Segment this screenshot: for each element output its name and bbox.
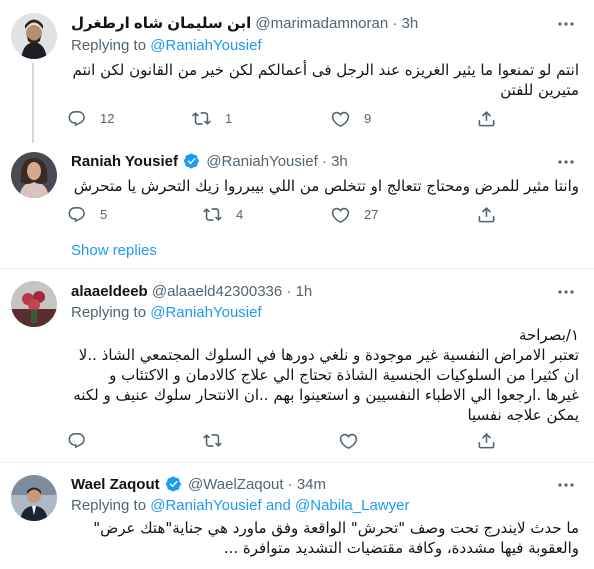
author-name[interactable]: Wael Zaqout [71, 476, 160, 493]
mention-link[interactable]: @RaniahYousief [150, 497, 261, 514]
tweet-text-line: يمكن علاجه نفسيا [467, 406, 579, 424]
mention-link[interactable]: @RaniahYousief [150, 37, 261, 54]
reply-button[interactable]: 5 [67, 202, 107, 226]
like-button[interactable]: 9 [331, 106, 371, 130]
more-options-icon[interactable] [556, 475, 576, 495]
mention-link[interactable]: @Nabila_Lawyer [295, 497, 409, 514]
replying-to: Replying to @RaniahYousief and @Nabila_L… [71, 496, 409, 516]
tweet-text-line: ١/بصراحة [518, 326, 579, 344]
tweet-text-line: ما حدث لايندرج تحت وصف "تحرش" الواقعة وف… [93, 519, 579, 537]
more-options-icon[interactable] [556, 282, 576, 302]
timestamp[interactable]: 34m [297, 476, 326, 493]
reply-button[interactable] [67, 428, 86, 452]
thread-line [32, 63, 34, 143]
author-handle[interactable]: @RaniahYousief [206, 153, 317, 170]
author-handle[interactable]: @marimadamnoran [255, 15, 388, 32]
separator-dot: · [392, 15, 398, 32]
verified-badge-icon [184, 153, 200, 169]
more-options-icon[interactable] [556, 14, 576, 34]
retweet-button[interactable] [203, 428, 222, 452]
separator-dot: · [286, 283, 292, 300]
show-replies-link[interactable]: Show replies [71, 241, 157, 261]
tweet-text-line: ان كثيرا من السلوكيات الجنسية الشاذة تحت… [109, 366, 579, 384]
avatar[interactable] [11, 13, 57, 59]
retweet-icon [203, 433, 222, 447]
tweet-text-line: غيرها .ارجعوا الي الاطباء النفسيين و است… [73, 386, 579, 404]
reply-count: 12 [100, 110, 115, 126]
avatar[interactable] [11, 281, 57, 327]
timestamp[interactable]: 3h [331, 153, 348, 170]
reply-icon [68, 432, 85, 448]
share-button[interactable] [477, 106, 496, 130]
author-name[interactable]: ابن سليمان شاه ارطغرل [71, 15, 251, 32]
tweet-4[interactable]: Wael Zaqout @WaelZaqout · 34m Replying t… [0, 463, 594, 569]
like-icon [339, 433, 358, 449]
tweet-text: ما حدث لايندرج تحت وصف "تحرش" الواقعة وف… [71, 518, 579, 558]
author-handle[interactable]: @WaelZaqout [188, 476, 284, 493]
reply-icon [68, 110, 85, 126]
like-button[interactable]: 27 [331, 202, 378, 226]
avatar[interactable] [11, 152, 57, 198]
reply-count: 5 [100, 206, 108, 222]
share-icon [478, 432, 495, 448]
separator-dot: · [287, 476, 293, 493]
verified-badge-icon [165, 476, 181, 492]
retweet-count: 1 [225, 110, 233, 126]
and-connector: and [265, 497, 291, 514]
like-button[interactable] [339, 428, 358, 452]
reply-icon [68, 206, 85, 222]
separator-dot: · [321, 153, 327, 170]
tweet-2[interactable]: Raniah Yousief @RaniahYousief · 3h وانتا… [0, 140, 594, 268]
mention-link[interactable]: @RaniahYousief [150, 304, 261, 321]
replying-prefix: Replying to [71, 37, 147, 54]
tweet-text-line: تعتبر الامراض النفسية غير موجودة و نلغي … [78, 346, 579, 364]
replying-to: Replying to @RaniahYousief [71, 303, 262, 323]
avatar[interactable] [11, 475, 57, 521]
author-name[interactable]: alaaeldeeb [71, 283, 148, 300]
retweet-icon [192, 111, 211, 125]
tweet-text-line: والعقوبة فيها مشددة، وكافة مقتضيات التشد… [223, 539, 579, 557]
share-icon [478, 206, 495, 222]
tweet-text: وانتا مثير للمرض ومحتاج تتعالج او تتخلص … [73, 177, 579, 195]
more-options-icon[interactable] [556, 152, 576, 172]
author-name[interactable]: Raniah Yousief [71, 153, 178, 170]
like-icon [331, 111, 350, 127]
retweet-count: 4 [236, 206, 244, 222]
replying-prefix: Replying to [71, 497, 147, 514]
share-button[interactable] [477, 202, 496, 226]
replying-to: Replying to @RaniahYousief [71, 36, 262, 56]
retweet-icon [203, 207, 222, 221]
tweet-text: انتم لو تمنعوا ما يثير الغريزه عند الرجل… [72, 61, 579, 99]
retweet-button[interactable]: 4 [203, 202, 243, 226]
replying-prefix: Replying to [71, 304, 147, 321]
tweet-3[interactable]: alaaeldeeb @alaaeld42300336 · 1h Replyin… [0, 269, 594, 462]
author-handle[interactable]: @alaaeld42300336 [152, 283, 282, 300]
reply-button[interactable]: 12 [67, 106, 114, 130]
retweet-button[interactable]: 1 [192, 106, 232, 130]
share-icon [478, 110, 495, 126]
tweet-text: ١/بصراحة تعتبر الامراض النفسية غير موجود… [71, 325, 579, 425]
timestamp[interactable]: 3h [402, 15, 419, 32]
tweet-1[interactable]: ابن سليمان شاه ارطغرل @marimadamnoran · … [0, 0, 594, 140]
share-button[interactable] [477, 428, 496, 452]
timestamp[interactable]: 1h [296, 283, 313, 300]
like-count: 9 [364, 110, 372, 126]
like-count: 27 [364, 206, 379, 222]
like-icon [331, 207, 350, 223]
